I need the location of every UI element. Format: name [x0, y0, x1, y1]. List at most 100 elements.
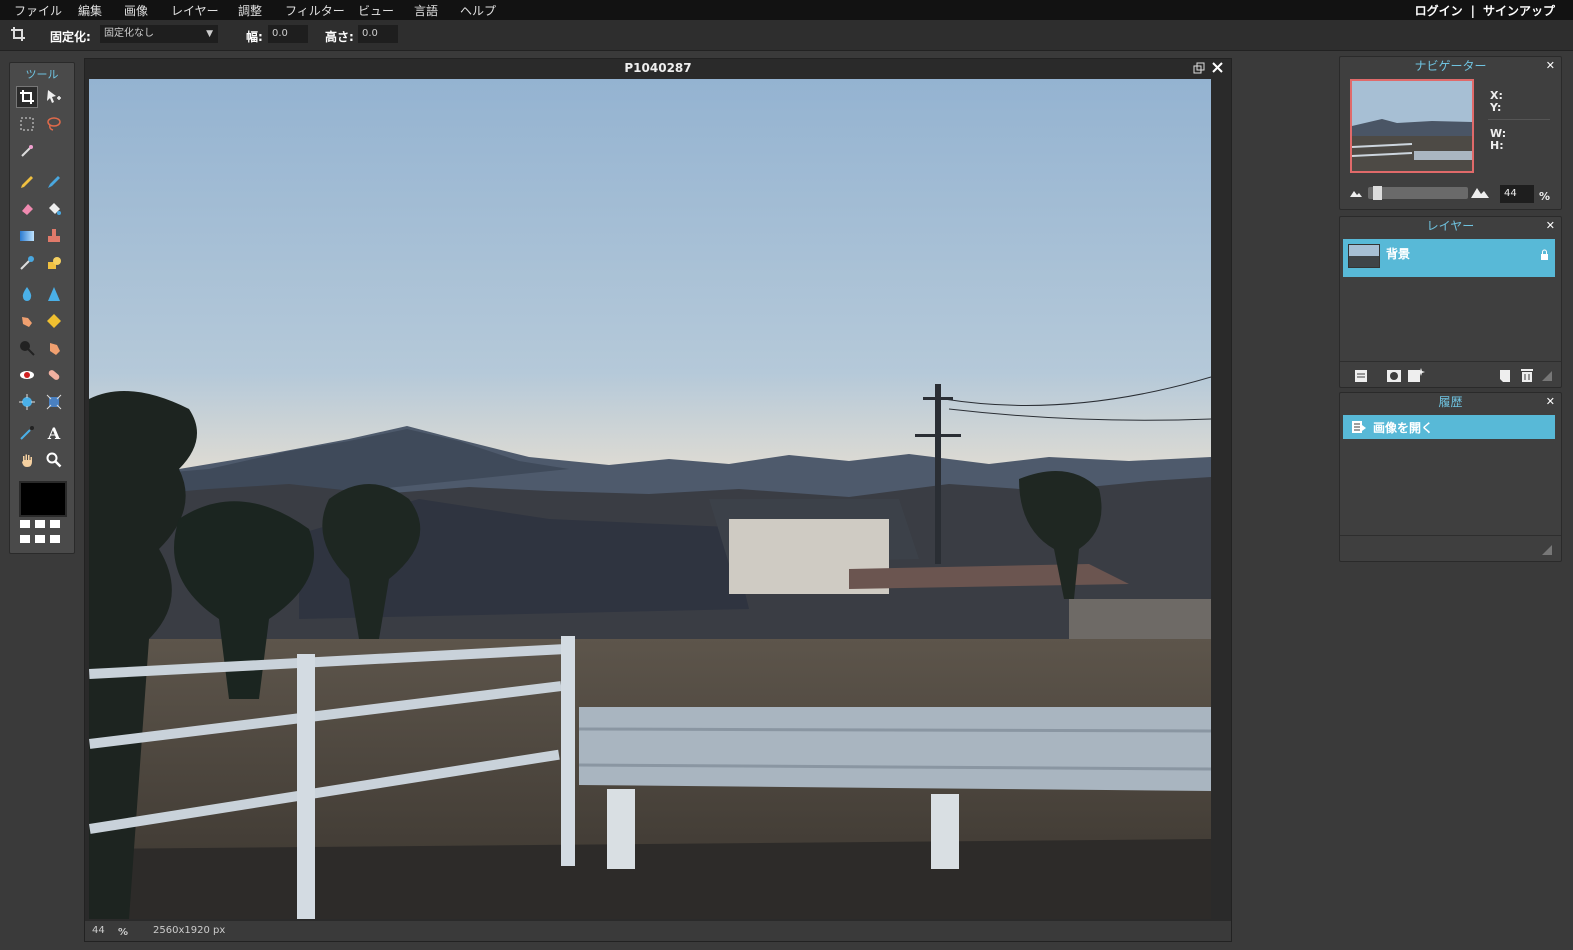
- height-input[interactable]: 0.0: [358, 25, 398, 43]
- brush-tool-button[interactable]: [43, 171, 65, 193]
- paint-bucket-icon: [49, 203, 61, 215]
- blur-tool-button[interactable]: [16, 283, 38, 305]
- login-link[interactable]: ログイン: [1415, 4, 1463, 18]
- lock-icon: [1541, 249, 1548, 260]
- close-icon[interactable]: [1212, 62, 1223, 73]
- red-eye-tool-button[interactable]: [16, 364, 38, 386]
- zoom-slider-thumb[interactable]: [1373, 186, 1382, 200]
- layer-mask-icon[interactable]: [1386, 369, 1402, 383]
- lasso-tool-button[interactable]: [43, 113, 65, 135]
- zoom-value[interactable]: 44: [92, 925, 105, 936]
- restore-window-icon[interactable]: [1193, 62, 1205, 74]
- signup-link[interactable]: サインアップ: [1483, 4, 1555, 18]
- hand-tool-button[interactable]: [16, 449, 38, 471]
- fill-tool-button[interactable]: [43, 198, 65, 220]
- crop-tool-icon: [11, 27, 25, 41]
- sharpen-tool-button[interactable]: [43, 283, 65, 305]
- sponge-tool-button[interactable]: [43, 310, 65, 332]
- document-open-icon: [1352, 421, 1366, 433]
- layout-grid-cell[interactable]: [35, 535, 45, 543]
- hand-icon: [22, 454, 32, 467]
- blur-drop-icon: [22, 287, 32, 301]
- menu-layer[interactable]: レイヤー: [171, 2, 219, 19]
- move-arrow-icon: [47, 90, 61, 103]
- spot-heal-tool-button[interactable]: [43, 364, 65, 386]
- layout-grid-cell[interactable]: [50, 535, 60, 543]
- pinch-tool-button[interactable]: [43, 391, 65, 413]
- foreground-color-swatch[interactable]: [19, 481, 67, 517]
- zoom-input[interactable]: 44: [1500, 185, 1534, 203]
- gradient-tool-button[interactable]: [16, 225, 38, 247]
- crop-tool-button[interactable]: [16, 86, 38, 108]
- dodge-icon: [50, 343, 60, 355]
- menu-edit[interactable]: 編集: [78, 2, 102, 19]
- document-title: P1040287: [624, 61, 692, 75]
- navigator-thumbnail[interactable]: [1350, 79, 1474, 173]
- width-label: 幅:: [246, 30, 263, 44]
- move-tool-button[interactable]: [43, 86, 65, 108]
- menu-adjust[interactable]: 調整: [238, 2, 262, 19]
- eraser-tool-button[interactable]: [16, 198, 38, 220]
- zoom-tool-button[interactable]: [43, 449, 65, 471]
- menu-help[interactable]: ヘルプ: [460, 2, 496, 19]
- burn-tool-button[interactable]: [16, 337, 38, 359]
- zoom-in-mountain-icon[interactable]: [1471, 186, 1489, 198]
- photo-image: [89, 79, 1211, 919]
- sharpen-icon: [48, 287, 60, 301]
- menu-language[interactable]: 言語: [414, 2, 438, 19]
- zoom-out-mountain-icon[interactable]: [1350, 189, 1362, 197]
- document-statusbar: 44 % 2560x1920 px: [85, 921, 1231, 941]
- drawing-tool-button[interactable]: [43, 252, 65, 274]
- color-replace-icon: [20, 256, 34, 270]
- zoom-unit: %: [118, 927, 129, 938]
- coord-h-label: H:: [1490, 139, 1504, 152]
- zoom-slider[interactable]: [1368, 186, 1468, 200]
- image-canvas[interactable]: [89, 79, 1211, 919]
- fix-select[interactable]: 固定化なし ▼: [100, 25, 218, 43]
- coord-divider: [1488, 119, 1550, 120]
- toolbox-title: ツール: [25, 68, 59, 81]
- smudge-finger-icon: [22, 317, 32, 327]
- smudge-tool-button[interactable]: [16, 310, 38, 332]
- close-icon[interactable]: ✕: [1546, 57, 1555, 75]
- pencil-tool-button[interactable]: [16, 171, 38, 193]
- width-input[interactable]: 0.0: [268, 25, 308, 43]
- color-replace-tool-button[interactable]: [16, 252, 38, 274]
- dodge-tool-button[interactable]: [43, 337, 65, 359]
- pencil-icon: [21, 176, 33, 188]
- resize-handle-icon[interactable]: [1542, 371, 1552, 381]
- color-picker-tool-button[interactable]: [16, 422, 38, 444]
- stamp-tool-button[interactable]: [43, 225, 65, 247]
- history-item-label: 画像を開く: [1373, 421, 1434, 435]
- layout-grid-cell[interactable]: [35, 520, 45, 528]
- layers-footer-divider: [1340, 361, 1561, 362]
- history-title-bar: 履歴 ✕: [1340, 393, 1561, 411]
- layer-settings-icon[interactable]: [1354, 369, 1368, 383]
- new-layer-icon[interactable]: [1498, 369, 1512, 383]
- layer-item[interactable]: 背景: [1343, 239, 1555, 277]
- bloat-tool-button[interactable]: [16, 391, 38, 413]
- marquee-tool-button[interactable]: [16, 113, 38, 135]
- history-item[interactable]: 画像を開く: [1343, 415, 1555, 439]
- close-icon[interactable]: ✕: [1546, 393, 1555, 411]
- resize-handle-icon[interactable]: [1542, 545, 1552, 555]
- layout-grid-cell[interactable]: [50, 520, 60, 528]
- layer-effects-icon[interactable]: [1407, 367, 1425, 383]
- navigator-panel: ナビゲーター ✕ X: Y: W: H: 44 %: [1339, 56, 1562, 210]
- magic-wand-tool-button[interactable]: [16, 140, 38, 162]
- layers-title-bar: レイヤー ✕: [1340, 217, 1561, 235]
- layout-grid-cell[interactable]: [20, 520, 30, 528]
- text-tool-button[interactable]: A: [43, 422, 65, 444]
- lasso-icon: [47, 117, 61, 131]
- crop-icon: [20, 90, 34, 104]
- menu-view[interactable]: ビュー: [358, 2, 394, 19]
- layout-grid-cell[interactable]: [20, 535, 30, 543]
- trash-icon[interactable]: [1520, 368, 1534, 383]
- close-icon[interactable]: ✕: [1546, 217, 1555, 235]
- fix-select-value: 固定化なし: [104, 28, 154, 39]
- menu-image[interactable]: 画像: [124, 2, 148, 19]
- options-bar: 固定化: 固定化なし ▼ 幅: 0.0 高さ: 0.0: [0, 20, 1573, 51]
- clone-stamp-icon: [48, 229, 60, 242]
- menu-filter[interactable]: フィルター: [285, 2, 345, 19]
- menu-file[interactable]: ファイル: [14, 2, 62, 19]
